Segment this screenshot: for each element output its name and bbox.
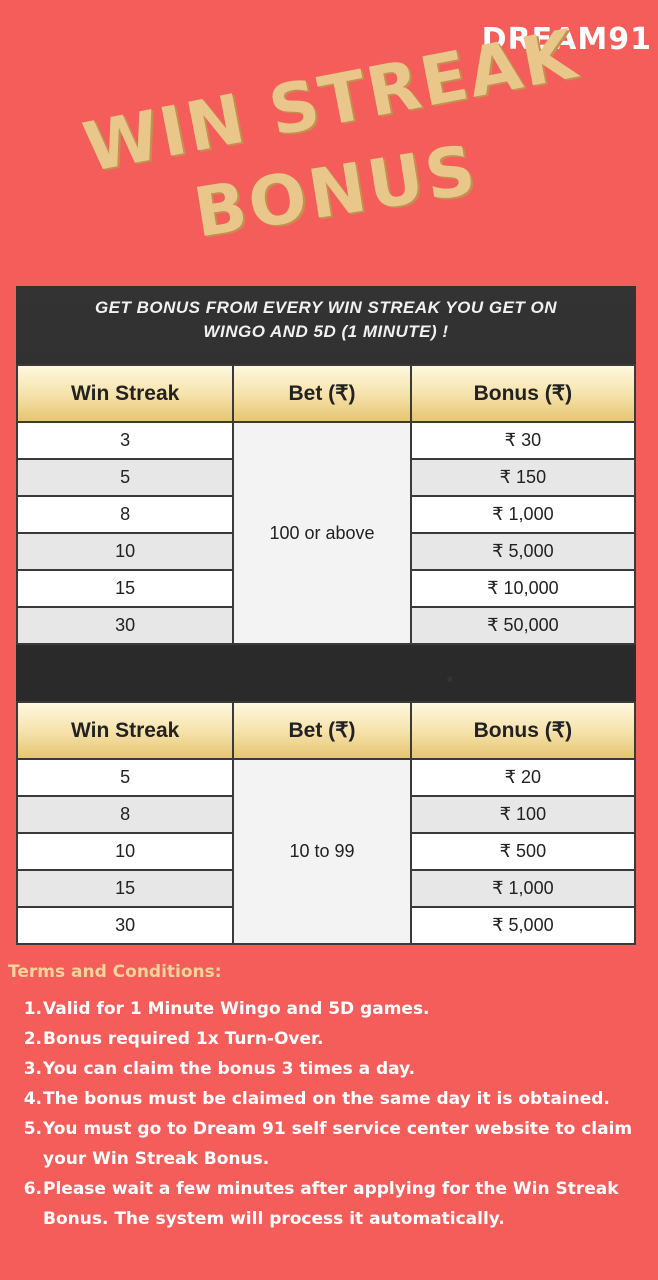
header-win-streak: Win Streak bbox=[15, 364, 235, 423]
list-item: 1. Valid for 1 Minute Wingo and 5D games. bbox=[22, 994, 648, 1024]
terms-list: 1. Valid for 1 Minute Wingo and 5D games.… bbox=[8, 994, 648, 1234]
cell-streak: 3 bbox=[15, 421, 235, 460]
header-bonus: Bonus (₹) bbox=[409, 701, 637, 760]
cell-streak: 10 bbox=[15, 832, 235, 871]
item-number: 5. bbox=[23, 1119, 42, 1139]
header-bet: Bet (₹) bbox=[232, 364, 412, 423]
cell-bonus: ₹ 1,000 bbox=[409, 495, 637, 534]
promo-headline: Win Streak Bonus bbox=[40, 15, 600, 270]
cell-streak: 10 bbox=[15, 532, 235, 571]
item-text: Bonus required 1x Turn-Over. bbox=[43, 1029, 324, 1049]
cell-bonus: ₹ 500 bbox=[409, 832, 637, 871]
cell-streak: 5 bbox=[15, 458, 235, 497]
cell-bonus: ₹ 5,000 bbox=[409, 532, 637, 571]
cell-bet-range: 100 or above bbox=[232, 421, 412, 645]
cell-streak: 8 bbox=[15, 795, 235, 834]
list-item: 5. You must go to Dream 91 self service c… bbox=[22, 1114, 648, 1174]
list-item: 3. You can claim the bonus 3 times a day. bbox=[22, 1054, 648, 1084]
cell-streak: 30 bbox=[15, 606, 235, 645]
cell-bonus: ₹ 30 bbox=[409, 421, 637, 460]
cell-bonus: ₹ 20 bbox=[409, 758, 637, 797]
terms-title: Terms and Conditions: bbox=[8, 962, 222, 982]
table-header-row: Win Streak Bet (₹) Bonus (₹) bbox=[15, 701, 637, 760]
list-item: 6. Please wait a few minutes after applyi… bbox=[22, 1174, 648, 1234]
cell-bonus: ₹ 100 bbox=[409, 795, 637, 834]
list-item: 2. Bonus required 1x Turn-Over. bbox=[22, 1024, 648, 1054]
table-row: 3 100 or above ₹ 30 bbox=[15, 421, 637, 645]
cell-bonus: ₹ 150 bbox=[409, 458, 637, 497]
table-header-row: Win Streak Bet (₹) Bonus (₹) bbox=[15, 364, 637, 423]
item-number: 2. bbox=[23, 1029, 42, 1049]
item-text: You can claim the bonus 3 times a day. bbox=[43, 1059, 416, 1079]
item-text: The bonus must be claimed on the same da… bbox=[43, 1089, 610, 1109]
header-bet: Bet (₹) bbox=[232, 701, 412, 760]
cell-streak: 5 bbox=[15, 758, 235, 797]
cell-bonus: ₹ 1,000 bbox=[409, 869, 637, 908]
item-number: 1. bbox=[23, 999, 42, 1019]
cell-streak: 15 bbox=[15, 569, 235, 608]
terms-section: Terms and Conditions: 1. Valid for 1 Minu… bbox=[8, 962, 648, 1234]
cell-streak: 30 bbox=[15, 906, 235, 945]
bonus-table-high-bet: Win Streak Bet (₹) Bonus (₹) 3 100 or ab… bbox=[15, 364, 637, 645]
item-number: 4. bbox=[23, 1089, 42, 1109]
cell-bonus: ₹ 10,000 bbox=[409, 569, 637, 608]
item-number: 3. bbox=[23, 1059, 42, 1079]
item-number: 6. bbox=[23, 1179, 42, 1199]
cell-bonus: ₹ 5,000 bbox=[409, 906, 637, 945]
cell-bet-range: 10 to 99 bbox=[232, 758, 412, 945]
cell-bonus: ₹ 50,000 bbox=[409, 606, 637, 645]
table-row: 5 10 to 99 ₹ 20 bbox=[15, 758, 637, 945]
header-bonus: Bonus (₹) bbox=[409, 364, 637, 423]
bonus-table-low-bet: Win Streak Bet (₹) Bonus (₹) 5 10 to 99 … bbox=[15, 701, 637, 945]
board-message: Get bonus from every win streak you get … bbox=[94, 298, 558, 341]
cell-streak: 15 bbox=[15, 869, 235, 908]
list-item: 4. The bonus must be claimed on the same … bbox=[22, 1084, 648, 1114]
header-win-streak: Win Streak bbox=[15, 701, 235, 760]
cell-streak: 8 bbox=[15, 495, 235, 534]
chalkboard-panel: Get bonus from every win streak you get … bbox=[15, 286, 637, 945]
item-text: Please wait a few minutes after applying… bbox=[43, 1179, 619, 1229]
item-text: You must go to Dream 91 self service cen… bbox=[43, 1119, 633, 1169]
item-text: Valid for 1 Minute Wingo and 5D games. bbox=[43, 999, 430, 1019]
